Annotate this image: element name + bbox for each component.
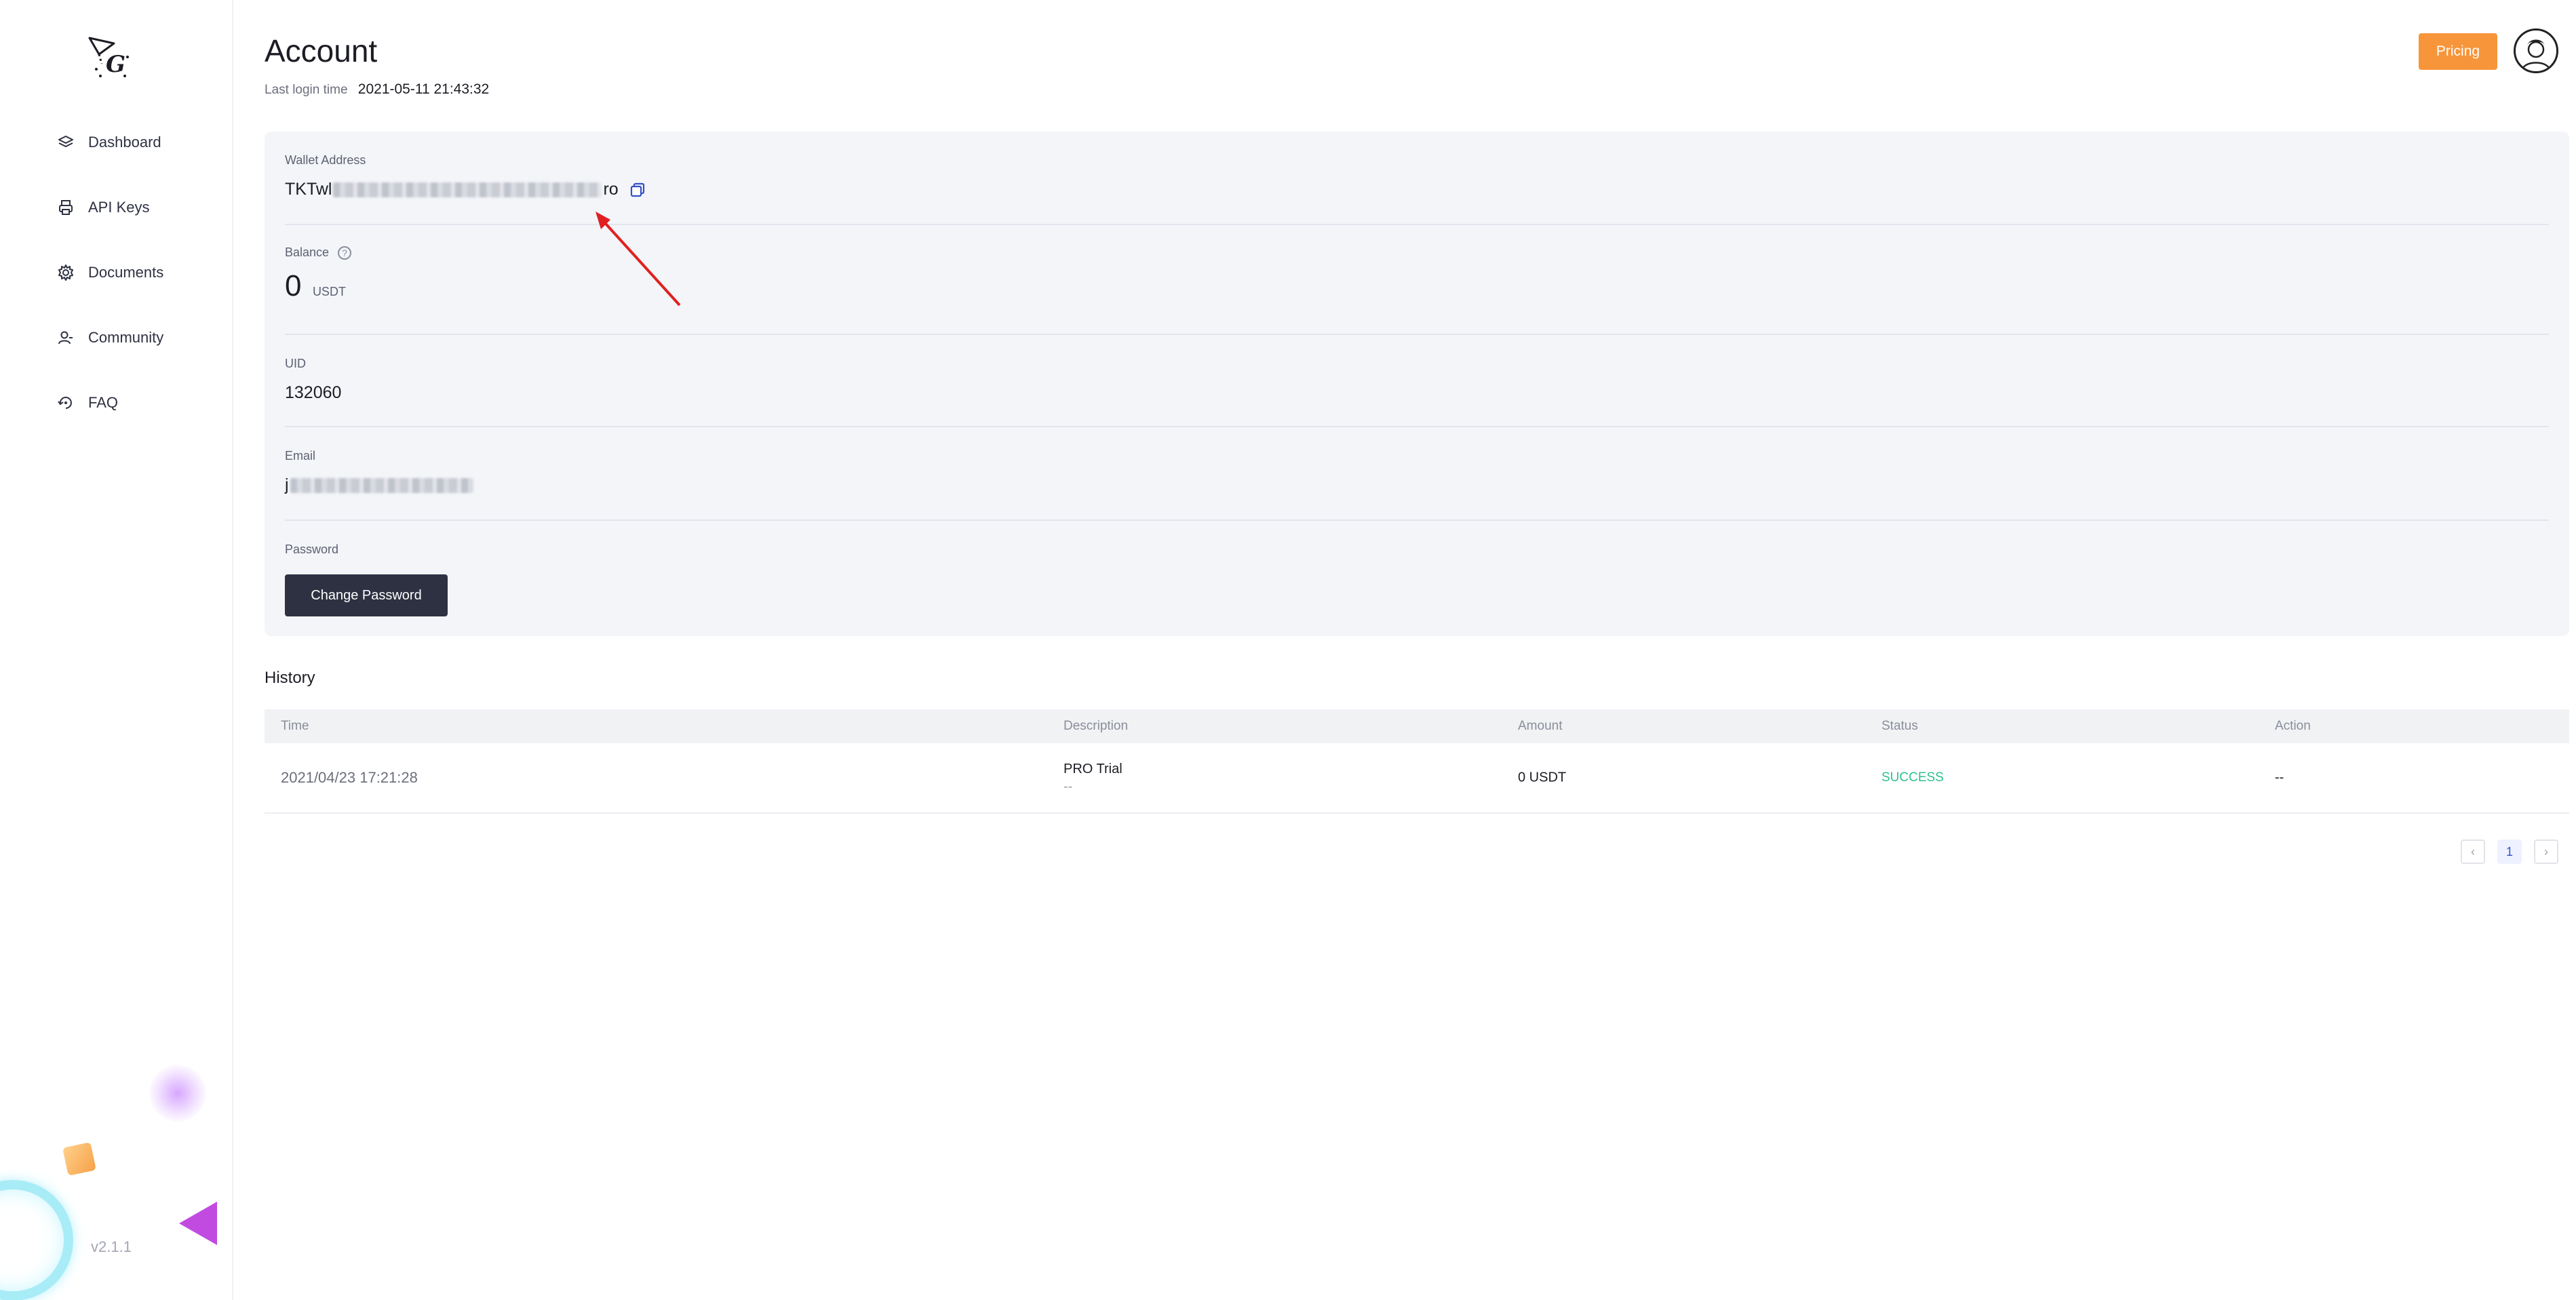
row-description: PRO Trial --: [1063, 760, 1123, 795]
last-login-value: 2021-05-11 21:43:32: [357, 81, 490, 97]
sidebar-item-label: Documents: [88, 264, 164, 281]
history-title: History: [265, 669, 315, 687]
redacted-wallet: [333, 182, 602, 197]
pagination-page-1[interactable]: 1: [2497, 840, 2522, 864]
wallet-address-suffix: ro: [603, 180, 619, 199]
chevron-left-icon: ‹: [2471, 844, 2475, 859]
avatar[interactable]: [2514, 28, 2558, 73]
email-prefix: j: [285, 475, 289, 494]
row-description-title: PRO Trial: [1063, 762, 1123, 776]
page-title: Account: [265, 33, 378, 68]
pagination-prev-button[interactable]: ‹: [2461, 840, 2485, 864]
decorative-glow: [149, 1065, 206, 1122]
sidebar: G Dashboard API Keys Documents Community…: [0, 0, 233, 1300]
copy-icon[interactable]: [629, 182, 646, 198]
balance-unit: USDT: [312, 285, 346, 299]
email-label: Email: [285, 449, 316, 462]
sidebar-item-label: FAQ: [88, 394, 119, 411]
email-field: Email j: [285, 449, 2549, 495]
sidebar-item-label: Community: [88, 329, 164, 346]
table-row: 2021/04/23 17:21:28 PRO Trial -- 0 USDT …: [265, 743, 2569, 814]
balance-amount: 0: [285, 269, 302, 303]
sidebar-item-api-keys[interactable]: API Keys: [57, 187, 149, 228]
svg-text:G: G: [106, 51, 125, 78]
wallet-label: Wallet Address: [285, 153, 366, 167]
sidebar-item-label: Dashboard: [88, 134, 161, 151]
status-badge: SUCCESS: [1881, 770, 1944, 785]
divider: [285, 519, 2549, 521]
column-header-status: Status: [1881, 719, 1918, 733]
decorative-cube: [62, 1142, 96, 1176]
wallet-address-prefix: TKTwl: [285, 180, 332, 199]
pricing-button[interactable]: Pricing: [2419, 33, 2497, 70]
column-header-amount: Amount: [1518, 719, 1563, 733]
sidebar-item-label: API Keys: [88, 199, 150, 216]
uid-value: 132060: [285, 383, 342, 402]
user-avatar-icon: [2521, 39, 2551, 71]
annotation-arrow: [596, 212, 681, 307]
divider: [285, 426, 2549, 427]
balance-label-text: Balance: [285, 245, 330, 259]
row-amount: 0 USDT: [1518, 770, 1567, 785]
gear-icon: [58, 264, 73, 281]
password-field: Password Change Password: [285, 543, 2549, 616]
decorative-ring: [0, 1180, 73, 1300]
column-header-description: Description: [1063, 719, 1129, 733]
sidebar-item-documents[interactable]: Documents: [57, 252, 163, 293]
sidebar-item-community[interactable]: Community: [57, 317, 163, 358]
row-time: 2021/04/23 17:21:28: [281, 769, 418, 786]
change-password-button[interactable]: Change Password: [285, 574, 448, 616]
version-label: v2.1.1: [91, 1238, 132, 1255]
redacted-email: [290, 477, 473, 493]
password-label: Password: [285, 543, 339, 556]
history-table-header: Time Description Amount Status Action: [265, 709, 2569, 743]
sidebar-item-dashboard[interactable]: Dashboard: [57, 122, 161, 163]
wallet-address: TKTwl ro: [285, 180, 2549, 199]
column-header-time: Time: [281, 719, 309, 733]
help-icon[interactable]: ?: [338, 246, 352, 260]
chevron-right-icon: ›: [2544, 844, 2548, 859]
sidebar-item-faq[interactable]: FAQ: [57, 382, 118, 423]
refresh-icon: [58, 397, 72, 409]
email-value: j: [285, 475, 2549, 495]
layers-icon: [58, 136, 73, 147]
pagination: ‹ 1 ›: [2461, 840, 2558, 864]
row-action: --: [2275, 770, 2284, 785]
user-group-icon: [58, 331, 73, 344]
printer-icon: [59, 200, 73, 215]
wallet-field: Wallet Address TKTwl ro: [285, 153, 2549, 199]
divider: [285, 334, 2549, 335]
uid-label: UID: [285, 357, 306, 370]
pagination-next-button[interactable]: ›: [2534, 840, 2558, 864]
decorative-cone: [179, 1202, 217, 1245]
last-login: Last login time 2021-05-11 21:43:32: [265, 81, 489, 98]
last-login-label: Last login time: [265, 83, 348, 97]
row-description-sub: --: [1063, 779, 1073, 794]
logo-icon[interactable]: G: [87, 34, 132, 81]
uid-field: UID 132060: [285, 357, 2549, 403]
column-header-action: Action: [2275, 719, 2311, 733]
